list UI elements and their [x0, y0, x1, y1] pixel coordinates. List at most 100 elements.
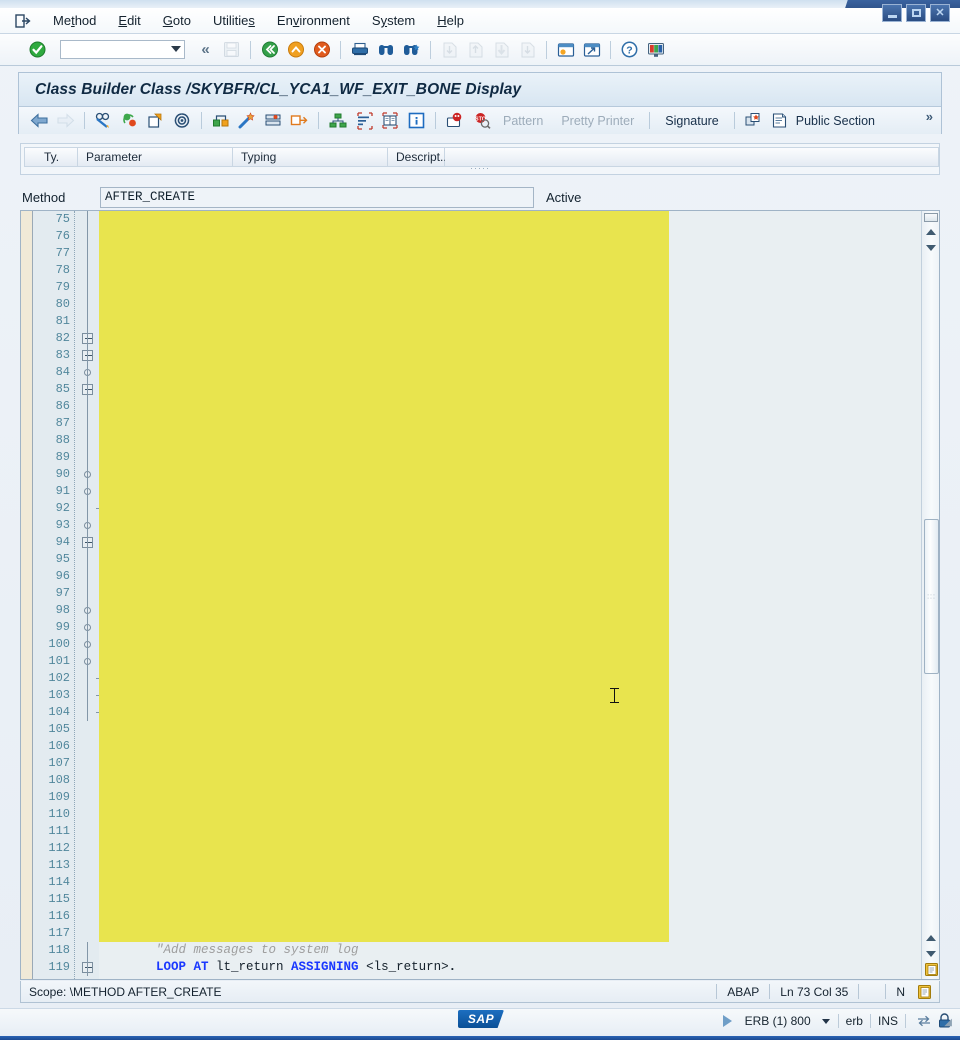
code-line[interactable]: ENDTRY.: [111, 670, 939, 687]
code-line[interactable]: get_actors(: [111, 228, 939, 245]
class-browser-icon[interactable]: [261, 110, 285, 132]
back-icon[interactable]: [258, 39, 281, 61]
debugger-icon[interactable]: [443, 110, 467, 132]
code-line[interactable]: EXPORTING it_recipients = lt_actors: [111, 874, 939, 891]
code-line[interactable]: "Add messages to system log: [111, 942, 939, 959]
scroll-down-icon[interactable]: [923, 240, 939, 255]
code-line[interactable]: lo_container_wf->get(: [111, 551, 939, 568]
code-folding-gutter[interactable]: [75, 211, 103, 979]
code-line[interactable]: EXPORTING io_container_wf = lo_container…: [111, 245, 939, 262]
clipboard-icon[interactable]: [915, 983, 933, 1001]
code-line[interactable]: lv_wfd_id = ls_wi_header-def_guid(10).: [111, 755, 939, 772]
exit-icon[interactable]: [284, 39, 307, 61]
menu-utilities[interactable]: Utilities: [202, 11, 266, 30]
activate-icon[interactable]: [144, 110, 168, 132]
grid-row-selector[interactable]: [24, 147, 36, 167]
play-icon[interactable]: [722, 1015, 732, 1027]
code-line[interactable]: EXPORTING iv_wfd_id = lv_wfd_id: [111, 789, 939, 806]
system-indicator[interactable]: ERB (1) 800: [738, 1014, 818, 1028]
code-line[interactable]: lo_container_wi->get(: [111, 398, 939, 415]
code-line[interactable]: io_container_wi = lo_container_wi: [111, 262, 939, 279]
chevron-down-icon[interactable]: [171, 46, 181, 52]
method-name-input[interactable]: [100, 186, 534, 208]
code-line[interactable]: CATCH cx_swf_cnt_container.: [111, 483, 939, 500]
menu-method[interactable]: Method: [42, 11, 107, 30]
code-line[interactable]: CHANGING ct_emails = lt_emails: [111, 891, 939, 908]
menu-environment[interactable]: Environment: [266, 11, 361, 30]
enter-ok-icon[interactable]: [26, 39, 49, 61]
menu-help[interactable]: Help: [426, 11, 475, 30]
close-button[interactable]: ✕: [930, 4, 950, 22]
customize-layout-icon[interactable]: [644, 39, 667, 61]
where-used-icon[interactable]: [170, 110, 194, 132]
code-line[interactable]: WHEN gc_actor_initiator.: [111, 517, 939, 534]
documentation-icon[interactable]: [378, 110, 402, 132]
code-line[interactable]: IMPORTING et_actors = lt_actors: [111, 296, 939, 313]
code-editor[interactable]: 75 76 77 78 79 80 81 82 83 84 85 86 87 88 89 90 91 92 93 94…: [20, 210, 940, 980]
hierarchy-icon[interactable]: [326, 110, 350, 132]
code-line[interactable]: TRY.: [111, 381, 939, 398]
code-line[interactable]: ct_return = lt_return ).: [111, 840, 939, 857]
code-line[interactable]: prepare_final_recipients(: [111, 772, 939, 789]
command-field[interactable]: [60, 40, 185, 59]
code-line[interactable]: ct_return = lt_return ).: [111, 908, 939, 925]
scroll-thumb[interactable]: :::: [924, 519, 939, 674]
info-icon[interactable]: [404, 110, 428, 132]
code-text-area[interactable]: "Get Actors get_actors( EXPORTING io_con…: [99, 211, 939, 979]
menu-system[interactable]: System: [361, 11, 426, 30]
command-input[interactable]: [61, 41, 169, 59]
code-line[interactable]: LOOP AT lt_return ASSIGNING <ls_return>.: [111, 959, 939, 976]
menu-edit[interactable]: Edit: [107, 11, 151, 30]
bookmark-gutter[interactable]: [21, 211, 33, 979]
column-header-description[interactable]: Descript..: [388, 147, 447, 167]
print-icon[interactable]: [348, 39, 371, 61]
toolbar-overflow-button[interactable]: »: [926, 109, 933, 124]
find-next-icon[interactable]: [400, 39, 423, 61]
scroll-up-icon-bottom[interactable]: [923, 930, 939, 945]
code-line[interactable]: TRY.: [111, 534, 939, 551]
scroll-split-button[interactable]: [924, 213, 938, 222]
enter-back-icon[interactable]: «: [194, 39, 217, 61]
column-header-parameter[interactable]: Parameter: [78, 147, 233, 167]
public-section-icon[interactable]: [742, 110, 766, 132]
check-icon[interactable]: [118, 110, 142, 132]
clipboard-icon[interactable]: [924, 962, 939, 977]
minimize-button[interactable]: [882, 4, 902, 22]
code-line[interactable]: CATCH cx_swf_cnt_elem_not_found.: [111, 602, 939, 619]
resize-grip-icon[interactable]: ◢: [944, 1017, 952, 1028]
code-line[interactable]: [111, 721, 939, 738]
wizard-icon[interactable]: [235, 110, 259, 132]
code-line[interactable]: IMPORTING value = ls_ruleobject ).: [111, 432, 939, 449]
public-section-label[interactable]: Public Section: [794, 112, 883, 130]
local-types-icon[interactable]: [209, 110, 233, 132]
code-line[interactable]: iv_flow = lv_flow: [111, 279, 939, 296]
chevron-down-icon[interactable]: [821, 1018, 830, 1024]
note-icon[interactable]: [768, 110, 792, 132]
code-line[interactable]: iv_task_id = ls_wi_header-wi_rh_task: [111, 806, 939, 823]
code-line[interactable]: ENDIF.: [111, 704, 939, 721]
create-shortcut-icon[interactable]: [580, 39, 603, 61]
maximize-button[interactable]: [906, 4, 926, 22]
menu-goto[interactable]: Goto: [152, 11, 202, 30]
data-transfer-icon[interactable]: [914, 1012, 934, 1030]
signature-button[interactable]: Signature: [657, 112, 727, 130]
code-line[interactable]: "Get recipients: [111, 738, 939, 755]
code-line[interactable]: [111, 925, 939, 942]
scroll-down-icon-bottom[interactable]: [923, 946, 939, 961]
code-line[interactable]: ev_actor_from = lv_actor_from ).: [111, 313, 939, 330]
atc-icon[interactable]: STO: [469, 110, 493, 132]
code-line[interactable]: WHEN gc_actor_rule.: [111, 364, 939, 381]
scroll-up-icon[interactable]: [923, 224, 939, 239]
code-line[interactable]: CATCH cx_swf_cnt_container.: [111, 653, 939, 670]
code-line[interactable]: IMPORTING value = lt_actors ).: [111, 585, 939, 602]
code-line[interactable]: "Get Actors: [111, 211, 939, 228]
code-line[interactable]: EXPORTING name = '_Rule_Result': [111, 415, 939, 432]
cancel-icon[interactable]: [310, 39, 333, 61]
code-line[interactable]: CATCH cx_swf_cnt_elem_type_conflict.: [111, 636, 939, 653]
find-icon[interactable]: [374, 39, 397, 61]
create-session-icon[interactable]: [554, 39, 577, 61]
code-line[interactable]: swc_get_property ls_ruleobject 'Agents' …: [111, 449, 939, 466]
code-line[interactable]: ENDTRY.: [111, 500, 939, 517]
system-menu-icon[interactable]: [12, 12, 34, 30]
code-line[interactable]: CATCH cx_swf_cnt_elem_not_found.: [111, 466, 939, 483]
